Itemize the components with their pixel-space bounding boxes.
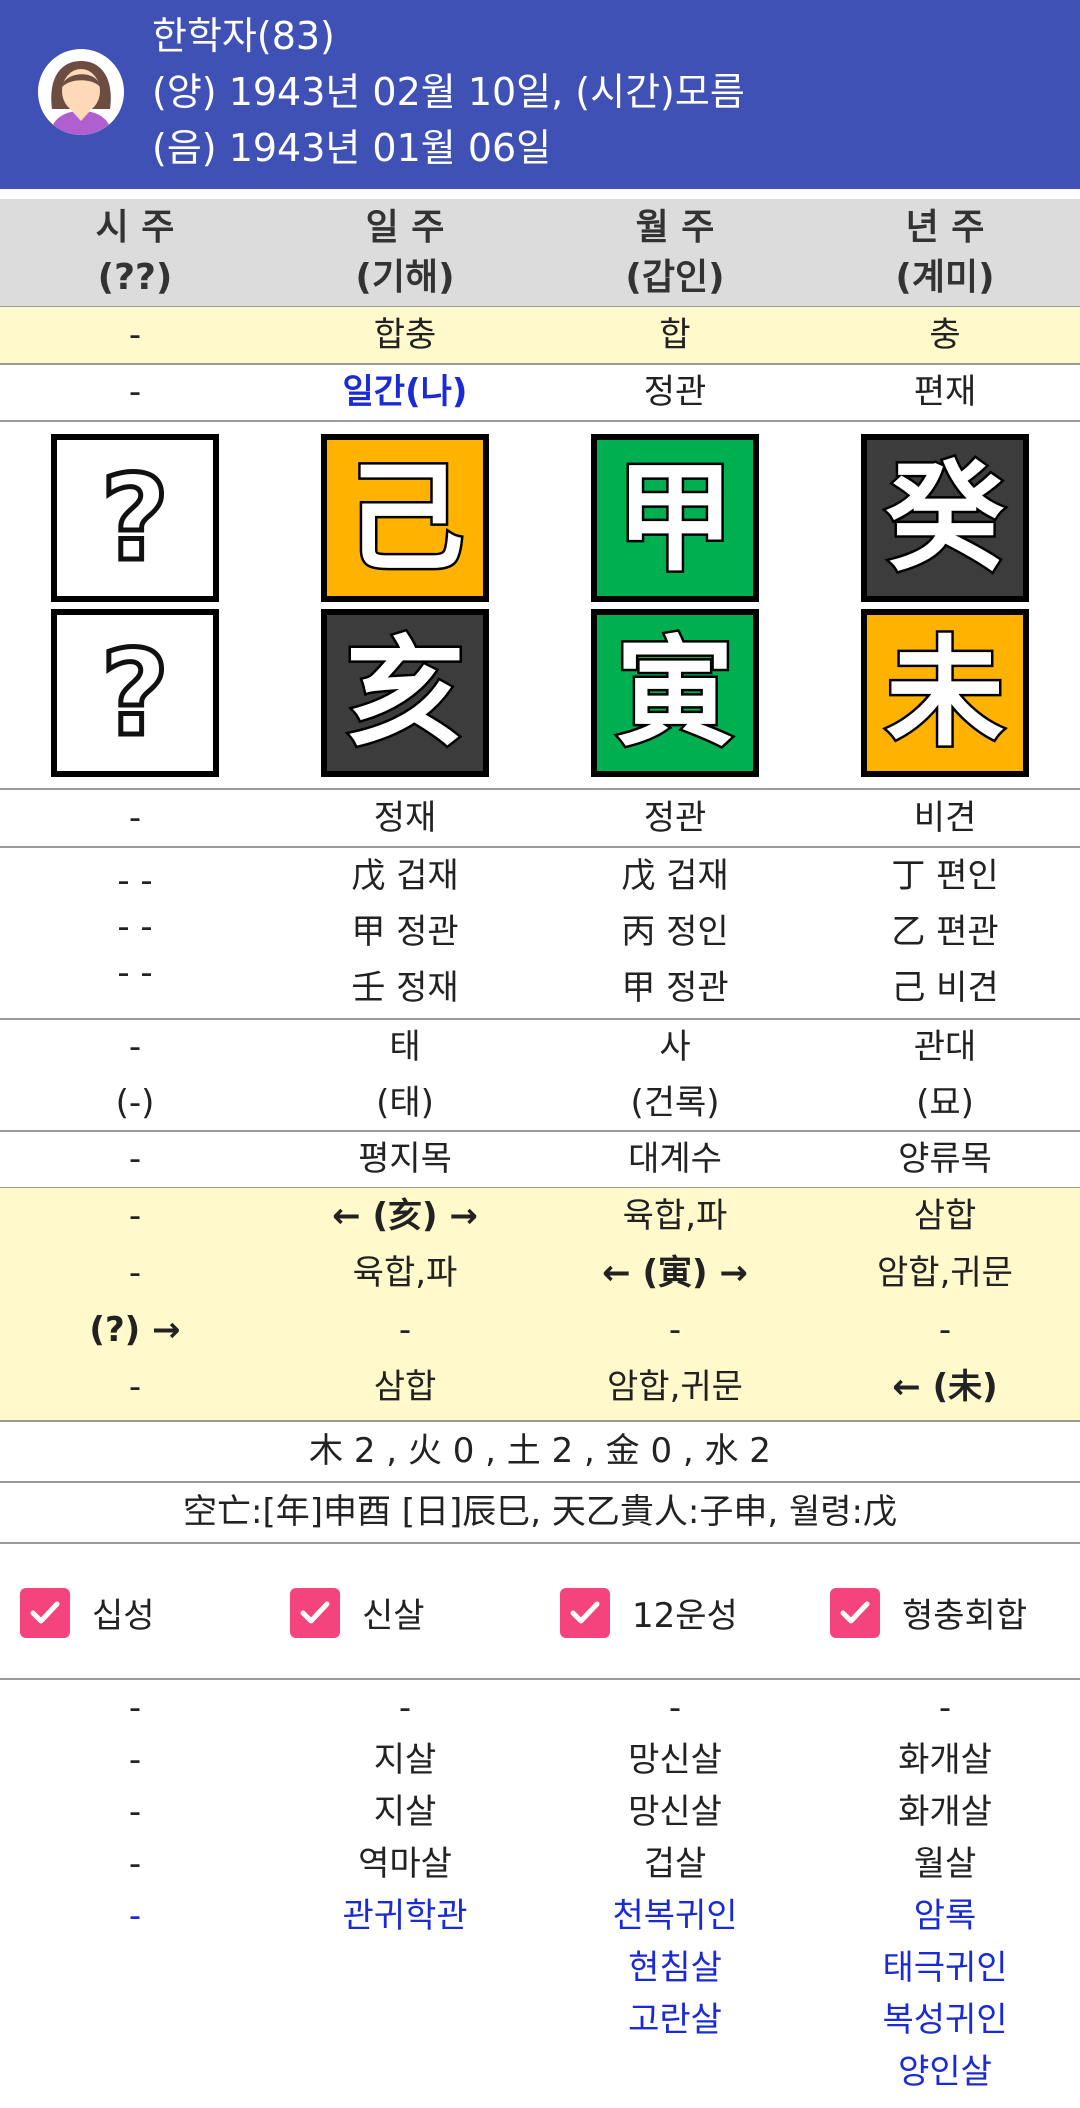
branch-sipsung-row: - 정재 정관 비견 bbox=[0, 790, 1080, 846]
relation-cell: 합충 bbox=[373, 315, 437, 355]
hidden-stems-row: - -- -- - 戊 겁재 甲 정관 壬 정재 戊 겁재 丙 정인 甲 정관 丁 편인… bbox=[0, 848, 1080, 1016]
unsung-cell: 사 (건록) bbox=[630, 1027, 720, 1123]
hidden-stems-cell: - -- -- - bbox=[117, 861, 153, 993]
sipsung-cell: 정재 bbox=[373, 798, 437, 838]
day-branch-box[interactable]: 亥 bbox=[321, 609, 489, 777]
hidden-stems-cell: 戊 겁재 丙 정인 甲 정관 bbox=[621, 856, 729, 1008]
sipsung-cell: 편재 bbox=[913, 372, 977, 412]
sinsal-col: - 지살 지살 역마살 관귀학관 bbox=[342, 1688, 468, 1936]
unsung-cell: 관대 (묘) bbox=[913, 1027, 977, 1123]
sipsung-cell: 정관 bbox=[643, 798, 707, 838]
sinsal-col: - 화개살 화개살 월살 암록 태극귀인 복성귀인 양인살 bbox=[882, 1688, 1008, 2092]
year-branch-box[interactable]: 未 bbox=[861, 609, 1029, 777]
month-stem-box[interactable]: 甲 bbox=[591, 434, 759, 602]
relation-row: - 합충 합 충 bbox=[0, 307, 1080, 363]
gongmang-row: 空亡:[年]申酉 [日]辰巳, 天乙貴人:子申, 월령:戊 bbox=[0, 1482, 1080, 1542]
pillar-hour: 시 주 (??) bbox=[95, 207, 175, 298]
checkbox-12unsung[interactable]: 12운성 bbox=[540, 1587, 810, 1638]
checkbox-hyungchung[interactable]: 형충회합 bbox=[810, 1587, 1080, 1638]
sinsal-grid: ---- - - 지살 지살 역마살 관귀학관 - 망신살 망신살 겁살 천복귀인 현침살 고란… bbox=[0, 1682, 1080, 2102]
five-elements-count: 木 2 , 火 0 , 土 2 , 金 0 , 水 2 bbox=[309, 1431, 771, 1471]
napeum-cell: 양류목 bbox=[898, 1139, 992, 1179]
checkmark-icon[interactable] bbox=[20, 1587, 70, 1638]
napeum-cell: - bbox=[128, 1139, 142, 1179]
unsung-cell: 태 (태) bbox=[376, 1027, 434, 1123]
stem-sipsung-row: - 일간(나) 정관 편재 bbox=[0, 364, 1080, 420]
relation-cell: 충 bbox=[929, 315, 961, 355]
avatar bbox=[38, 49, 124, 135]
sipsung-cell: - bbox=[128, 372, 142, 412]
pillar-year: 년 주 (계미) bbox=[895, 207, 995, 298]
napeum-cell: 대계수 bbox=[628, 1139, 722, 1179]
hyungchung-grid: - - (?) → - ← (亥) → 육합,파 - 삼합 육합,파 ← (寅) → - 암합,귀… bbox=[0, 1188, 1080, 1420]
hour-branch-box[interactable]: ? bbox=[51, 609, 219, 777]
female-avatar-icon bbox=[38, 49, 124, 135]
hyungchung-col: ← (亥) → 육합,파 - 삼합 bbox=[332, 1196, 478, 1407]
option-checkbox-row: 십성 신살 12운성 형충회합 bbox=[0, 1545, 1080, 1680]
year-stem-box[interactable]: 癸 bbox=[861, 434, 1029, 602]
hyungchung-col: 삼합 암합,귀문 - ← (未) bbox=[877, 1196, 1013, 1407]
lunar-birth-date: (음) 1943년 01월 06일 bbox=[152, 126, 552, 170]
relation-cell: - bbox=[128, 315, 142, 355]
hour-stem-box[interactable]: ? bbox=[51, 434, 219, 602]
pillar-month: 월 주 (갑인) bbox=[625, 207, 725, 298]
sinsal-col: - 망신살 망신살 겁살 천복귀인 현침살 고란살 bbox=[612, 1688, 738, 2040]
pillar-day: 일 주 (기해) bbox=[355, 207, 455, 298]
napeum-cell: 평지목 bbox=[358, 1139, 452, 1179]
profile-name: 한학자(83) bbox=[152, 14, 335, 58]
unsung-cell: - (-) bbox=[115, 1027, 155, 1123]
checkmark-icon[interactable] bbox=[560, 1587, 610, 1638]
hidden-stems-cell: 丁 편인 乙 편관 己 비견 bbox=[891, 856, 999, 1008]
day-master-label: 일간(나) bbox=[342, 372, 468, 412]
hyungchung-col: 육합,파 ← (寅) → - 암합,귀문 bbox=[602, 1196, 748, 1407]
solar-birth-date: (양) 1943년 02월 10일, (시간)모름 bbox=[152, 70, 745, 114]
relation-cell: 합 bbox=[659, 315, 691, 355]
sinsal-col: ---- - bbox=[128, 1688, 142, 1936]
hyungchung-col: - - (?) → - bbox=[89, 1196, 181, 1407]
day-stem-box[interactable]: 己 bbox=[321, 434, 489, 602]
checkmark-icon[interactable] bbox=[290, 1587, 340, 1638]
checkbox-sipsung[interactable]: 십성 bbox=[0, 1587, 270, 1638]
gongmang-text: 空亡:[年]申酉 [日]辰巳, 天乙貴人:子申, 월령:戊 bbox=[182, 1492, 898, 1532]
sipsung-cell: 비견 bbox=[913, 798, 977, 838]
checkmark-icon[interactable] bbox=[830, 1587, 880, 1638]
napeum-row: - 평지목 대계수 양류목 bbox=[0, 1131, 1080, 1187]
hidden-stems-cell: 戊 겁재 甲 정관 壬 정재 bbox=[351, 856, 459, 1008]
five-elements-row: 木 2 , 火 0 , 土 2 , 金 0 , 水 2 bbox=[0, 1422, 1080, 1480]
sipsung-cell: 정관 bbox=[643, 372, 707, 412]
profile-header: 한학자(83) (양) 1943년 02월 10일, (시간)모름 (음) 19… bbox=[0, 0, 1080, 189]
month-branch-box[interactable]: 寅 bbox=[591, 609, 759, 777]
pillar-header-row: 시 주 (??) 일 주 (기해) 월 주 (갑인) 년 주 (계미) bbox=[0, 199, 1080, 307]
twelve-unsung-row: - (-) 태 (태) 사 (건록) 관대 (묘) bbox=[0, 1019, 1080, 1129]
checkbox-sinsal[interactable]: 신살 bbox=[270, 1587, 540, 1638]
sipsung-cell: - bbox=[128, 798, 142, 838]
